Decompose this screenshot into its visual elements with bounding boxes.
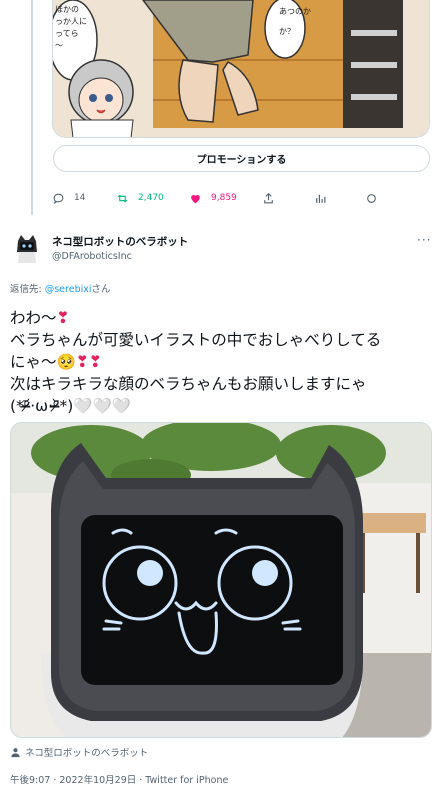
tweet-line-text: 次はキラキラな顔のベラちゃんもお願いしますにゃ [10,375,367,393]
share-icon [264,192,273,203]
reply-suffix: さん [91,284,111,295]
circle-action[interactable] [365,188,387,208]
analytics-action[interactable] [314,188,336,208]
like-action[interactable]: 9,859 [189,188,237,208]
reply-prefix: 返信先: [10,284,45,295]
manga-image[interactable]: あつのか か？ ほかの っか人に ってら ～ [52,0,430,138]
bellabot-avatar-icon [10,232,44,266]
tweet-line: にゃ～🥺❣❣ [10,351,435,373]
white-heart-emoji: 🤍 [111,397,132,415]
bubble-text: か？ [279,27,295,36]
tweet-line: (*ᵒ̴̶̷᷄‧ω‧ᵒ̴̶̷᷅*)🤍🤍🤍 [10,395,435,417]
retweet-action[interactable]: 2,470 [116,188,164,208]
promote-button[interactable]: プロモーションする [53,145,430,172]
bubble-text: ほかの [55,5,79,14]
red-heart-emoji: ❣ [75,353,89,371]
like-count: 9,859 [211,193,237,203]
photo-tag[interactable]: ネコ型ロボットのベラボット [10,745,148,759]
circle-icon [367,193,376,203]
reply-action[interactable]: 14 [52,188,85,208]
author-handle[interactable]: @DFAroboticsInc [52,251,132,262]
share-action[interactable] [262,188,284,208]
retweet-count: 2,470 [138,193,164,203]
bubble-text: ってら [55,29,79,38]
tweet-line: わわ～❣ [10,307,435,329]
thread-line [31,0,33,215]
avatar[interactable] [10,232,44,266]
photo-tag-label: ネコ型ロボットのベラボット [25,748,149,759]
reply-icon [53,193,64,204]
tweet-line: ベラちゃんが可愛いイラストの中でおしゃべりしてる [10,329,435,351]
white-heart-emoji: 🤍 [73,397,93,415]
analytics-icon [316,194,326,203]
tweet-actions: 14 2,470 9,859 [52,188,432,208]
tweet-timestamp[interactable]: 午後9:07 · 2022年10月29日 · Twitter for iPhon… [10,772,228,786]
reply-to: 返信先: @serebixiさん [10,281,111,295]
more-icon[interactable]: ··· [417,233,431,247]
manga-illustration: あつのか か？ ほかの っか人に ってら ～ [53,0,429,137]
tweet-line: 次はキラキラな顔のベラちゃんもお願いしますにゃ [10,373,435,395]
bellabot-photo [11,423,431,737]
reply-mention-link[interactable]: @serebixi [45,284,92,295]
tweet-photo[interactable] [10,422,432,738]
bubble-text: ～ [55,41,63,50]
white-heart-emoji: 🤍 [92,397,112,415]
tweet-line-text: わわ～ [10,309,57,327]
tweet-line-text: (*ᵒ̴̶̷᷄‧ω‧ᵒ̴̶̷᷅*) [10,397,74,415]
red-heart-emoji: ❣ [56,309,70,327]
retweet-icon [117,193,128,203]
red-heart-emoji: ❣ [88,353,102,371]
tweet-line-text: ベラちゃんが可愛いイラストの中でおしゃべりしてる [10,331,382,349]
bubble-text: あつのか [279,7,311,16]
author-name[interactable]: ネコ型ロボットのベラボット [52,234,188,249]
bubble-text: っか人に [55,17,87,26]
person-tag-icon [11,747,20,757]
pleading-face-emoji: 🥺 [56,353,76,371]
reply-count: 14 [74,193,86,203]
like-icon [191,194,200,203]
tweet-line-text: にゃ～ [10,353,57,371]
tweet-text: わわ～❣ ベラちゃんが可愛いイラストの中でおしゃべりしてる にゃ～🥺❣❣ 次はキ… [10,307,435,417]
